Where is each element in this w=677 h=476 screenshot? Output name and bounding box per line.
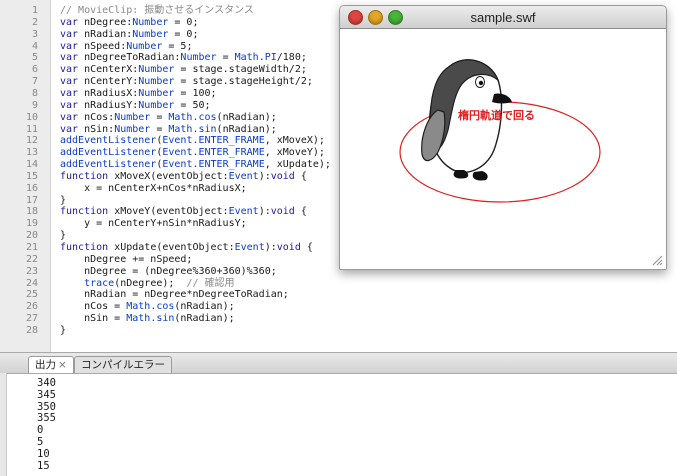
line-number: 16 (25, 182, 38, 194)
code-text[interactable]: nSin = Math.sin(nRadian); (60, 313, 235, 325)
output-line: 350 (37, 400, 56, 413)
code-text[interactable]: function xMoveX(eventObject:Event):void … (60, 171, 307, 183)
swf-player-window[interactable]: sample.swf 楕円軌道で回る (339, 5, 667, 270)
line-number: 15 (25, 170, 38, 182)
window-title: sample.swf (470, 10, 536, 25)
output-line: 0 (37, 424, 44, 437)
code-text[interactable]: var nDegree:Number = 0; (60, 17, 198, 29)
code-text[interactable]: var nRadian:Number = 0; (60, 29, 198, 41)
window-titlebar[interactable]: sample.swf (340, 6, 666, 29)
line-number: 11 (25, 123, 38, 135)
code-text[interactable]: var nDegreeToRadian:Number = Math.PI/180… (60, 52, 307, 64)
code-text[interactable]: y = nCenterY+nSin*nRadiusY; (60, 218, 247, 230)
output-line: 15 (37, 459, 50, 472)
line-number: 24 (25, 277, 38, 289)
tab-output[interactable]: 出力 × (28, 356, 74, 373)
line-number: 10 (25, 111, 38, 123)
line-number: 14 (25, 159, 38, 171)
code-text[interactable]: var nRadiusY:Number = 50; (60, 100, 211, 112)
code-text[interactable]: function xMoveY(eventObject:Event):void … (60, 206, 307, 218)
output-line: 345 (37, 388, 56, 401)
code-text[interactable]: } (60, 325, 66, 337)
code-text[interactable]: var nCenterX:Number = stage.stageWidth/2… (60, 64, 307, 76)
panel-side-bar (0, 373, 7, 476)
output-panel: 出力 × コンパイルエラー 340 345 350 355 0 5 10 15 (0, 352, 677, 476)
tab-output-label: 出力 (35, 359, 56, 371)
code-text[interactable]: var nRadiusX:Number = 100; (60, 88, 217, 100)
line-number: 6 (31, 64, 38, 76)
code-text[interactable]: // MovieClip: 振動させるインスタンス (60, 5, 254, 17)
line-number: 18 (25, 206, 38, 218)
output-line: 10 (37, 447, 50, 460)
line-number: 2 (31, 16, 38, 28)
line-number: 20 (25, 230, 38, 242)
line-number: 21 (25, 242, 38, 253)
line-number: 17 (25, 194, 38, 206)
line-number: 5 (31, 52, 38, 64)
line-number: 1 (31, 5, 38, 16)
tab-compile-errors[interactable]: コンパイルエラー (74, 356, 172, 373)
line-number: 26 (25, 301, 38, 313)
orbit-label: 楕円軌道で回る (458, 108, 535, 122)
code-text[interactable]: var nSin:Number = Math.sin(nRadian); (60, 124, 277, 136)
output-line: 355 (37, 412, 56, 425)
close-tab-icon[interactable]: × (58, 359, 67, 371)
code-text[interactable]: addEventListener(Event.ENTER_FRAME, xMov… (60, 135, 325, 147)
line-number: 12 (25, 135, 38, 147)
code-text[interactable]: nRadian = nDegree*nDegreeToRadian; (60, 289, 289, 301)
code-text[interactable]: } (60, 195, 66, 207)
output-line: 340 (37, 377, 56, 389)
line-number: 13 (25, 147, 38, 159)
line-number: 25 (25, 289, 38, 301)
flash-stage: 楕円軌道で回る (340, 29, 666, 269)
line-number: 9 (31, 99, 38, 111)
line-number: 4 (31, 40, 38, 52)
line-number: 7 (31, 76, 38, 88)
code-text[interactable]: var nCenterY:Number = stage.stageHeight/… (60, 76, 313, 88)
output-line: 5 (37, 436, 44, 448)
code-text[interactable]: nCos = Math.cos(nRadian); (60, 301, 235, 313)
code-text[interactable]: trace(nDegree); // 確認用 (60, 278, 234, 290)
code-text[interactable]: var nCos:Number = Math.cos(nRadian); (60, 112, 277, 124)
line-number: 27 (25, 313, 38, 325)
code-text[interactable]: } (60, 230, 66, 242)
code-text[interactable]: addEventListener(Event.ENTER_FRAME, xUpd… (60, 159, 331, 171)
resize-grip-icon[interactable] (651, 254, 663, 266)
stage-canvas: 楕円軌道で回る (399, 59, 601, 203)
panel-tabbar: 出力 × コンパイルエラー (0, 353, 677, 374)
code-text[interactable]: nDegree = (nDegree%360+360)%360; (60, 266, 277, 278)
line-number: 19 (25, 218, 38, 230)
code-text[interactable]: x = nCenterX+nCos*nRadiusX; (60, 183, 247, 195)
line-number: 8 (31, 87, 38, 99)
line-number: 3 (31, 28, 38, 40)
code-text[interactable]: nDegree += nSpeed; (60, 254, 192, 266)
line-number: 28 (25, 324, 38, 336)
code-text[interactable]: addEventListener(Event.ENTER_FRAME, xMov… (60, 147, 325, 159)
line-number: 23 (25, 265, 38, 277)
tab-compile-errors-label: コンパイルエラー (81, 359, 165, 371)
code-text[interactable]: function xUpdate(eventObject:Event):void… (60, 242, 313, 254)
line-number: 22 (25, 253, 38, 265)
code-text[interactable]: var nSpeed:Number = 5; (60, 41, 192, 53)
